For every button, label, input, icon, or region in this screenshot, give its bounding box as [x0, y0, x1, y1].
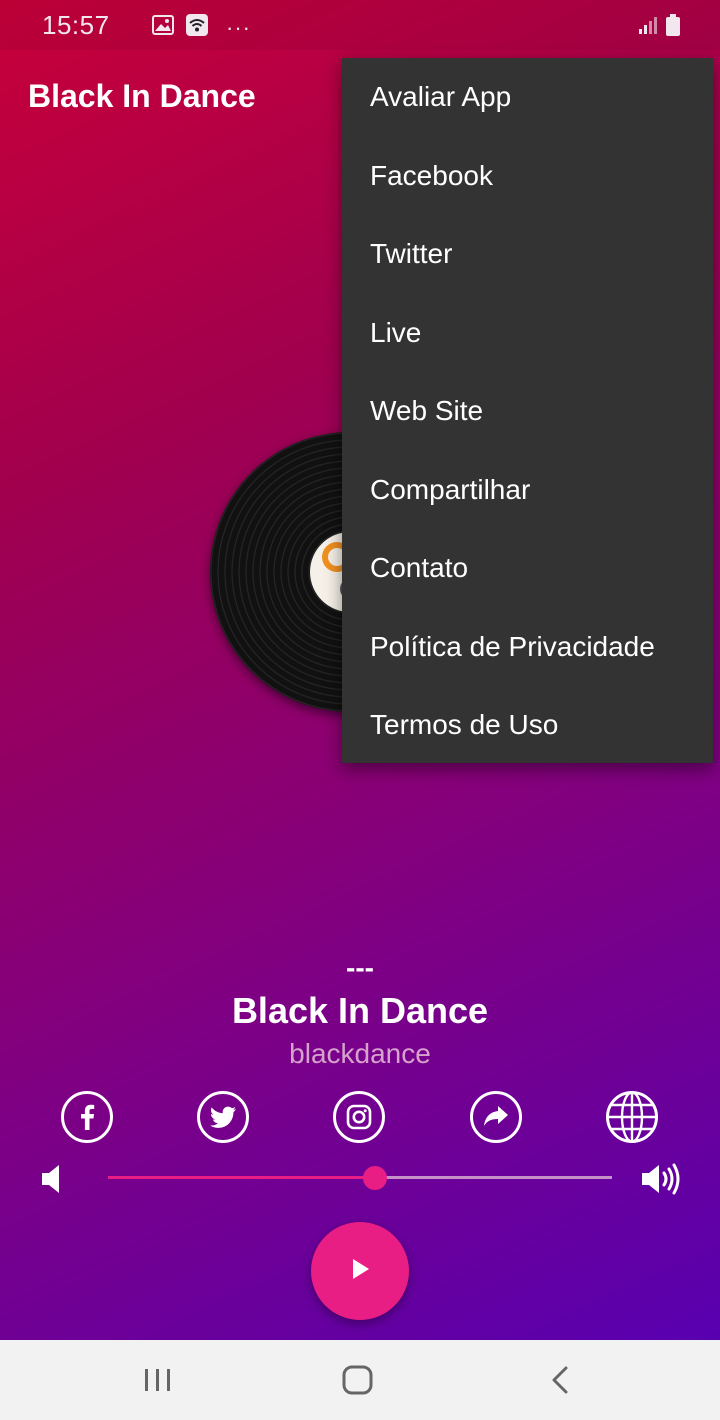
volume-slider[interactable]: [108, 1166, 612, 1190]
status-icons-left: ···: [152, 14, 251, 41]
menu-item-compartilhar[interactable]: Compartilhar: [342, 451, 713, 530]
menu-item-politica-de-privacidade[interactable]: Política de Privacidade: [342, 608, 713, 687]
track-separator: ---: [346, 952, 374, 983]
app-screen: 15:57 ··· Black In Dance --- Black In Da: [0, 0, 720, 1340]
menu-item-avaliar-app[interactable]: Avaliar App: [342, 58, 713, 137]
signal-icon: [638, 15, 658, 40]
home-button[interactable]: [338, 1362, 378, 1398]
facebook-icon[interactable]: [60, 1090, 114, 1144]
volume-slider-fill: [108, 1176, 376, 1179]
play-button[interactable]: [311, 1222, 409, 1320]
volume-slider-thumb[interactable]: [363, 1166, 388, 1190]
back-button[interactable]: [540, 1362, 580, 1398]
twitter-icon[interactable]: [196, 1090, 250, 1144]
recent-apps-button[interactable]: [138, 1362, 178, 1398]
track-subtitle: blackdance: [289, 1038, 431, 1069]
more-notifications-icon: ···: [226, 14, 251, 40]
instagram-icon[interactable]: [332, 1090, 386, 1144]
gallery-icon: [152, 15, 174, 40]
app-title: Black In Dance: [28, 78, 256, 114]
status-bar: 15:57 ···: [0, 0, 720, 50]
system-nav-bar: [0, 1340, 720, 1420]
menu-item-twitter[interactable]: Twitter: [342, 215, 713, 294]
menu-item-termos-de-uso[interactable]: Termos de Uso: [342, 686, 713, 765]
overflow-menu: Avaliar App Facebook Twitter Live Web Si…: [342, 58, 713, 763]
status-icons-right: [638, 14, 680, 41]
play-icon: [347, 1256, 373, 1287]
menu-item-contato[interactable]: Contato: [342, 529, 713, 608]
globe-icon[interactable]: [605, 1090, 659, 1144]
menu-item-live[interactable]: Live: [342, 294, 713, 373]
menu-item-facebook[interactable]: Facebook: [342, 137, 713, 216]
status-time: 15:57: [42, 10, 110, 40]
battery-icon: [666, 14, 680, 41]
track-title: Black In Dance: [231, 990, 489, 1031]
share-icon[interactable]: [469, 1090, 523, 1144]
wifi-hotspot-icon: [186, 14, 208, 41]
volume-up-icon[interactable]: [640, 1160, 684, 1198]
volume-down-icon[interactable]: [38, 1162, 68, 1196]
menu-item-web-site[interactable]: Web Site: [342, 372, 713, 451]
